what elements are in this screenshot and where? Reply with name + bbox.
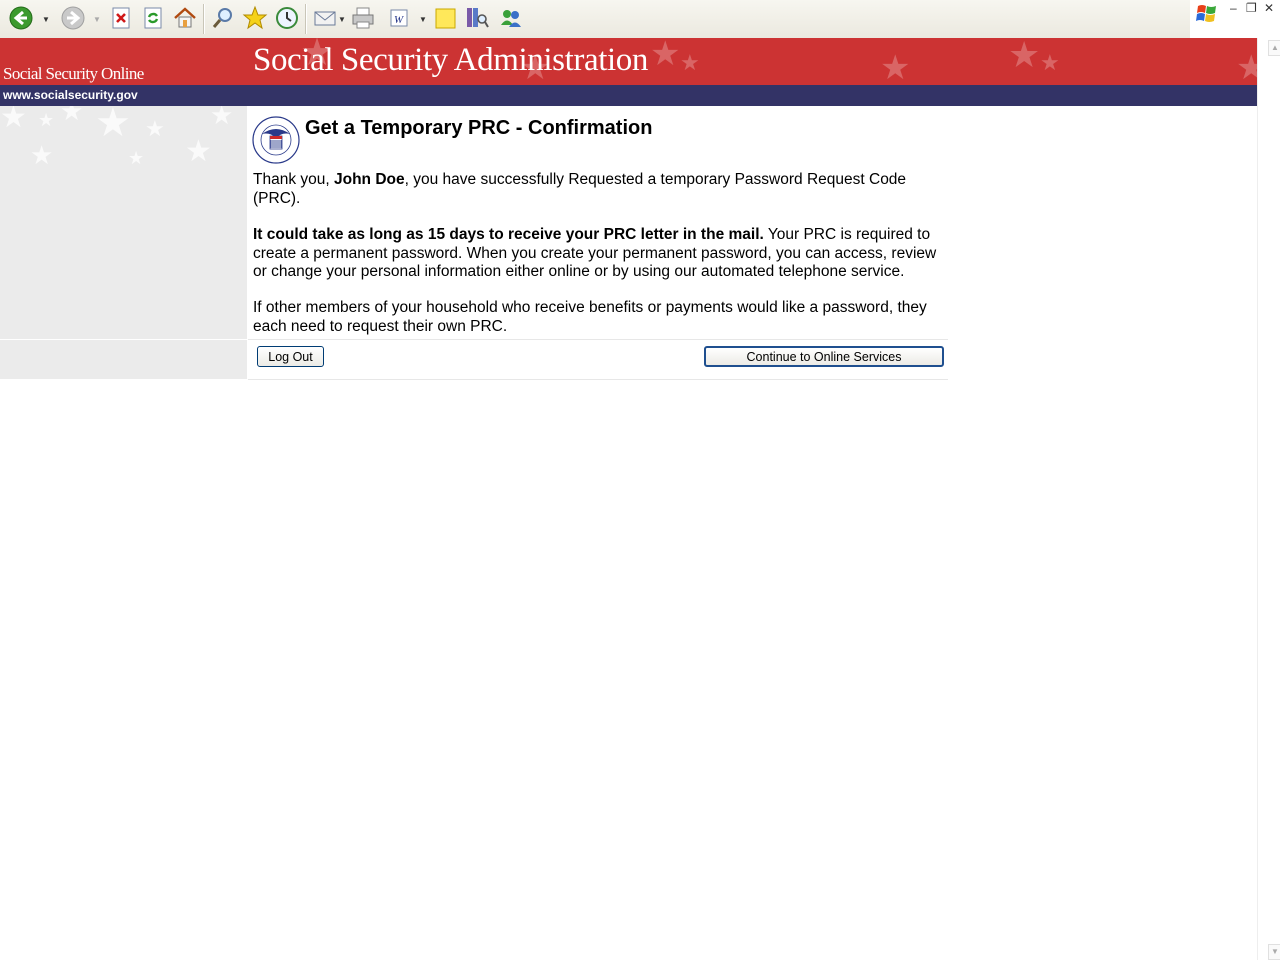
edit-dropdown-icon[interactable]: ▼ [419, 15, 427, 24]
url-bar: www.socialsecurity.gov [0, 85, 1257, 106]
stop-icon[interactable] [108, 5, 134, 31]
vertical-scrollbar[interactable]: ▲ ▼ [1257, 38, 1280, 960]
favorites-icon[interactable] [242, 5, 268, 31]
main-content: Get a Temporary PRC - Confirmation Thank… [248, 106, 948, 380]
minimize-button[interactable]: – [1230, 1, 1237, 15]
decorative-star-icon: ★ [0, 106, 27, 134]
button-row-divider [248, 339, 948, 340]
decorative-star-icon: ★ [210, 106, 234, 130]
mail-dropdown-icon[interactable]: ▼ [338, 15, 346, 24]
decorative-star-icon: ★ [30, 140, 54, 170]
search-icon[interactable] [210, 5, 236, 31]
scroll-down-arrow-icon[interactable]: ▼ [1268, 944, 1280, 960]
log-out-button[interactable]: Log Out [257, 346, 324, 367]
decorative-star-icon: ★ [650, 38, 681, 73]
edit-icon[interactable]: W [387, 5, 413, 31]
decorative-star-icon: ★ [145, 116, 165, 141]
browser-toolbar: ▼ ▼ ▼ W ▼ [0, 0, 1190, 39]
decorative-star-icon: ★ [880, 49, 911, 85]
delivery-notice: It could take as long as 15 days to rece… [253, 226, 945, 282]
back-dropdown-icon[interactable]: ▼ [42, 15, 50, 24]
messenger-icon[interactable] [498, 5, 524, 31]
page-title: Get a Temporary PRC - Confirmation [305, 117, 653, 139]
restore-button[interactable]: ❐ [1246, 1, 1257, 15]
confirmation-message: Thank you, John Doe, you have successful… [253, 171, 945, 208]
decorative-star-icon: ★ [1040, 50, 1060, 75]
notes-icon[interactable] [433, 5, 459, 31]
decorative-star-icon: ★ [185, 135, 212, 168]
delivery-notice-bold: It could take as long as 15 days to rece… [253, 226, 764, 243]
forward-dropdown-icon: ▼ [93, 15, 101, 24]
decorative-star-icon: ★ [680, 50, 700, 75]
decorative-star-icon: ★ [128, 148, 145, 168]
sidebar-divider [0, 339, 247, 340]
svg-text:W: W [394, 14, 404, 26]
research-icon[interactable] [464, 5, 490, 31]
site-name[interactable]: Social Security Online [3, 64, 144, 84]
scroll-up-arrow-icon[interactable]: ▲ [1268, 40, 1280, 56]
decorative-star-icon: ★ [1236, 49, 1257, 85]
decorative-star-icon: ★ [1008, 38, 1041, 75]
window-controls: – ❐ ✕ [1190, 0, 1280, 38]
refresh-icon[interactable] [140, 5, 166, 31]
forward-icon[interactable] [60, 5, 86, 31]
home-icon[interactable] [172, 5, 198, 31]
decorative-star-icon: ★ [95, 106, 131, 145]
user-name: John Doe [334, 171, 405, 188]
message-prefix: Thank you, [253, 171, 334, 188]
site-url-link[interactable]: www.socialsecurity.gov [3, 88, 138, 102]
decorative-star-icon: ★ [38, 110, 55, 130]
history-icon[interactable] [274, 5, 300, 31]
left-sidebar: ★ ★ ★ ★ ★ ★ ★ ★ ★ [0, 106, 247, 379]
content-bottom-divider [248, 379, 948, 380]
windows-logo-icon [1196, 5, 1216, 22]
household-notice: If other members of your household who r… [253, 299, 927, 335]
print-icon[interactable] [350, 5, 376, 31]
decorative-star-icon: ★ [60, 106, 84, 126]
continue-to-online-services-button[interactable]: Continue to Online Services [704, 346, 944, 367]
close-button[interactable]: ✕ [1264, 1, 1274, 15]
ssa-banner: ★ ★ ★ ★ ★ ★ ★ ★ Social Security Online S… [0, 38, 1257, 85]
mail-icon[interactable] [312, 5, 338, 31]
agency-title: Social Security Administration [253, 42, 648, 78]
back-icon[interactable] [8, 5, 34, 31]
ssa-seal-logo [252, 116, 300, 164]
